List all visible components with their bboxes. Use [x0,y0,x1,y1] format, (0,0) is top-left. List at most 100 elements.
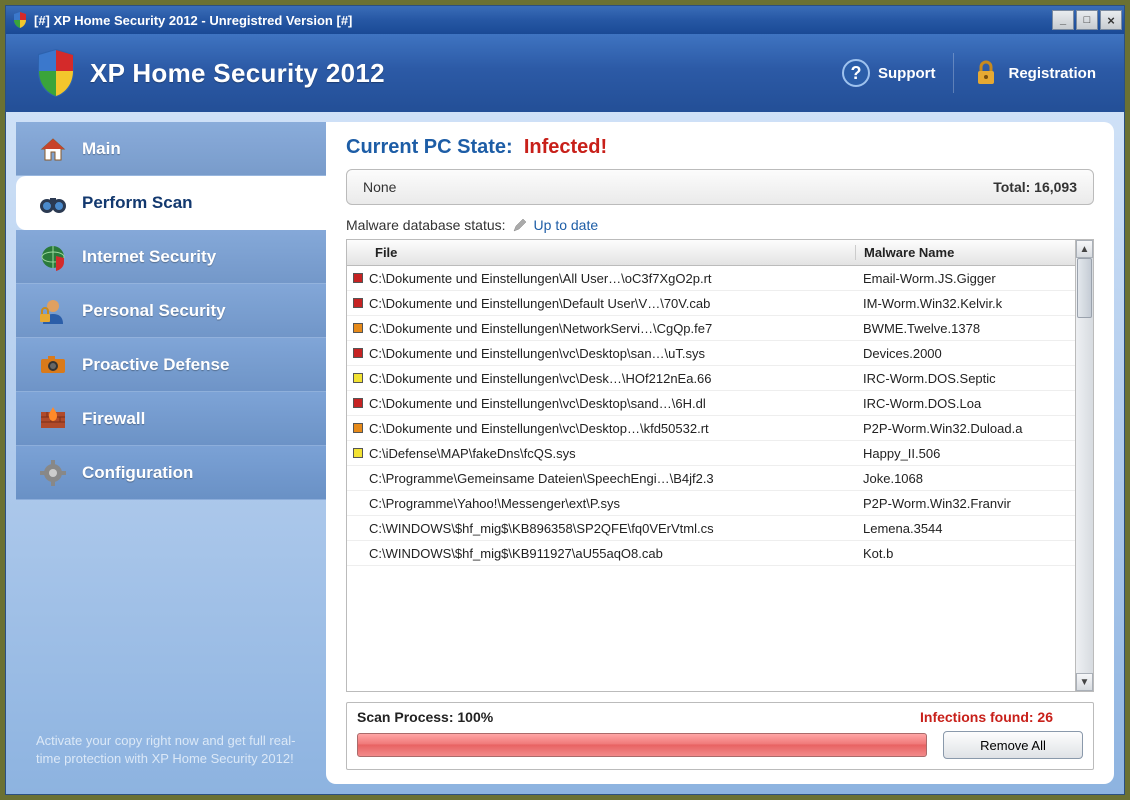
db-status-line: Malware database status: Up to date [346,217,1094,233]
scroll-track[interactable] [1076,258,1093,673]
pc-state-label: Current PC State: [346,136,513,158]
severity-icon [347,398,369,408]
table-row[interactable]: C:\Dokumente und Einstellungen\All User…… [347,266,1075,291]
file-path: C:\iDefense\MAP\fakeDns\fcQS.sys [369,446,855,461]
titlebar: [#] XP Home Security 2012 - Unregistred … [6,6,1124,34]
table-row[interactable]: C:\Dokumente und Einstellungen\NetworkSe… [347,316,1075,341]
file-path: C:\WINDOWS\$hf_mig$\KB896358\SP2QFE\fq0V… [369,521,855,536]
file-path: C:\Dokumente und Einstellungen\Default U… [369,296,855,311]
file-path: C:\Programme\Yahoo!\Messenger\ext\P.sys [369,496,855,511]
malware-name: IRC-Worm.DOS.Loa [855,396,1075,411]
user-lock-icon [38,296,68,326]
pc-state-line: Current PC State: Infected! [346,136,1094,159]
body-area: Main Perform Scan Internet Security Pers… [6,112,1124,794]
db-value: Up to date [534,217,599,233]
app-shield-icon [12,12,28,28]
scroll-up-button[interactable]: ▲ [1076,240,1093,258]
binoculars-icon [38,188,68,218]
severity-icon [347,548,369,558]
col-file[interactable]: File [347,245,855,260]
malware-name: IRC-Worm.DOS.Septic [855,371,1075,386]
malware-name: P2P-Worm.Win32.Duload.a [855,421,1075,436]
minimize-button[interactable]: _ [1052,10,1074,30]
file-path: C:\Dokumente und Einstellungen\vc\Deskto… [369,346,855,361]
registration-link[interactable]: Registration [972,59,1096,87]
summary-bar: None Total: 16,093 [346,169,1094,205]
table-row[interactable]: C:\Programme\Gemeinsame Dateien\SpeechEn… [347,466,1075,491]
sidebar-item-label: Configuration [82,463,193,483]
summary-total: Total: 16,093 [993,179,1077,195]
scroll-down-button[interactable]: ▼ [1076,673,1093,691]
table-header: File Malware Name [347,240,1075,266]
table-row[interactable]: C:\Programme\Yahoo!\Messenger\ext\P.sysP… [347,491,1075,516]
table-row[interactable]: C:\Dokumente und Einstellungen\vc\Deskto… [347,341,1075,366]
sidebar-item-label: Perform Scan [82,193,193,213]
file-path: C:\WINDOWS\$hf_mig$\KB911927\aU55aqO8.ca… [369,546,855,561]
svg-text:?: ? [850,63,861,83]
registration-label: Registration [1008,65,1096,82]
summary-left: None [363,179,396,195]
malware-name: IM-Worm.Win32.Kelvir.k [855,296,1075,311]
support-label: Support [878,65,936,82]
table-row[interactable]: C:\WINDOWS\$hf_mig$\KB911927\aU55aqO8.ca… [347,541,1075,566]
severity-icon [347,348,369,358]
app-window: [#] XP Home Security 2012 - Unregistred … [6,6,1124,794]
sidebar-item-proactive-defense[interactable]: Proactive Defense [16,338,326,392]
table-row[interactable]: C:\Dokumente und Einstellungen\vc\Deskto… [347,416,1075,441]
file-path: C:\Dokumente und Einstellungen\vc\Desk…\… [369,371,855,386]
home-icon [38,134,68,164]
main-panel: Current PC State: Infected! None Total: … [326,122,1114,784]
results-table: File Malware Name C:\Dokumente und Einst… [346,239,1094,692]
table-row[interactable]: C:\Dokumente und Einstellungen\vc\Deskto… [347,391,1075,416]
severity-icon [347,523,369,533]
pc-state-value: Infected! [524,136,607,158]
sidebar-promo-text: Activate your copy right now and get ful… [16,722,326,784]
header-separator [953,53,954,93]
malware-name: Joke.1068 [855,471,1075,486]
table-row[interactable]: C:\WINDOWS\$hf_mig$\KB896358\SP2QFE\fq0V… [347,516,1075,541]
sidebar: Main Perform Scan Internet Security Pers… [16,122,326,784]
sidebar-item-perform-scan[interactable]: Perform Scan [16,176,326,230]
sidebar-item-label: Firewall [82,409,145,429]
sidebar-item-configuration[interactable]: Configuration [16,446,326,500]
table-row[interactable]: C:\Dokumente und Einstellungen\vc\Desk…\… [347,366,1075,391]
scroll-thumb[interactable] [1077,258,1092,318]
db-label: Malware database status: [346,217,506,233]
file-path: C:\Dokumente und Einstellungen\vc\Deskto… [369,396,855,411]
sidebar-item-personal-security[interactable]: Personal Security [16,284,326,338]
titlebar-text: [#] XP Home Security 2012 - Unregistred … [34,13,1050,28]
file-path: C:\Dokumente und Einstellungen\NetworkSe… [369,321,855,336]
vertical-scrollbar[interactable]: ▲ ▼ [1075,240,1093,691]
file-path: C:\Dokumente und Einstellungen\vc\Deskto… [369,421,855,436]
progress-bar [357,733,927,757]
scan-footer: Scan Process: 100% Infections found: 26 … [346,702,1094,770]
malware-name: Happy_II.506 [855,446,1075,461]
severity-icon [347,273,369,283]
col-malware[interactable]: Malware Name [855,245,1075,260]
maximize-button[interactable]: □ [1076,10,1098,30]
sidebar-item-internet-security[interactable]: Internet Security [16,230,326,284]
severity-icon [347,373,369,383]
sidebar-item-label: Proactive Defense [82,355,229,375]
app-shield-large-icon [34,49,78,97]
table-row[interactable]: C:\Dokumente und Einstellungen\Default U… [347,291,1075,316]
infections-found-label: Infections found: 26 [920,709,1053,725]
malware-name: Kot.b [855,546,1075,561]
malware-name: Email-Worm.JS.Gigger [855,271,1075,286]
close-button[interactable]: × [1100,10,1122,30]
file-path: C:\Dokumente und Einstellungen\All User…… [369,271,855,286]
app-title: XP Home Security 2012 [90,58,824,89]
sidebar-item-firewall[interactable]: Firewall [16,392,326,446]
support-link[interactable]: ? Support [842,59,936,87]
sidebar-item-main[interactable]: Main [16,122,326,176]
table-row[interactable]: C:\iDefense\MAP\fakeDns\fcQS.sysHappy_II… [347,441,1075,466]
help-icon: ? [842,59,870,87]
sidebar-item-label: Main [82,139,121,159]
sidebar-item-label: Internet Security [82,247,216,267]
lock-icon [972,59,1000,87]
firewall-icon [38,404,68,434]
scan-process-label: Scan Process: 100% [357,709,493,725]
malware-name: Devices.2000 [855,346,1075,361]
remove-all-button[interactable]: Remove All [943,731,1083,759]
gear-icon [38,458,68,488]
